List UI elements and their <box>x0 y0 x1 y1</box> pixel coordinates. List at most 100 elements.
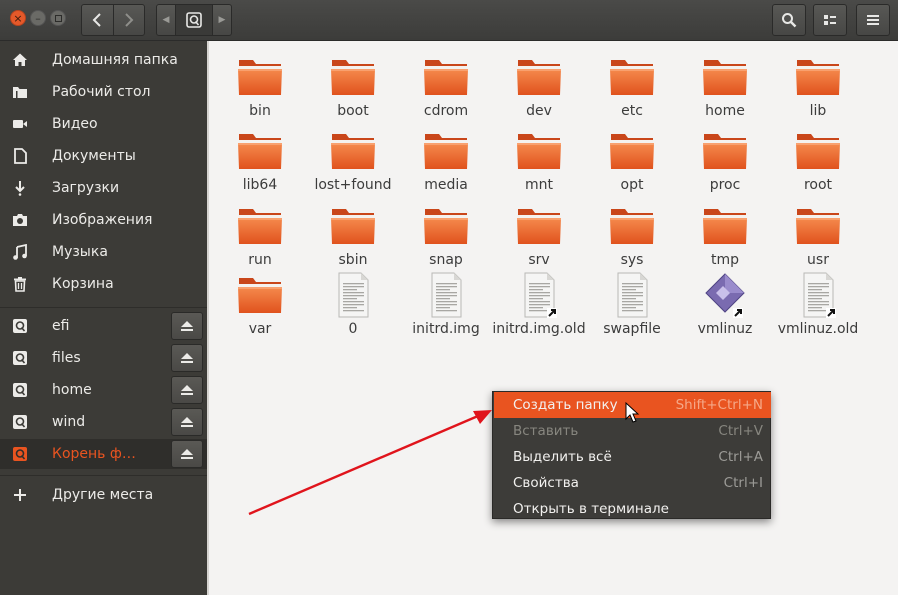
file-name-label: bin <box>213 103 307 119</box>
sidebar-item-label: Корзина <box>52 276 114 292</box>
menu-button[interactable] <box>856 4 890 36</box>
back-button[interactable] <box>82 5 113 35</box>
file-name-label: opt <box>585 177 679 193</box>
menu-item-label: Вставить <box>513 423 578 439</box>
folder-icon <box>701 127 749 175</box>
eject-icon <box>180 448 194 460</box>
search-icon <box>781 12 797 28</box>
folder-item[interactable]: proc <box>678 127 772 193</box>
chevron-right-icon <box>124 13 134 27</box>
sidebar-item-label: wind <box>52 414 85 430</box>
menu-item-new-folder[interactable]: Создать папку Shift+Ctrl+N <box>494 392 771 418</box>
eject-button[interactable] <box>171 344 203 372</box>
folder-icon <box>608 53 656 101</box>
folder-item[interactable]: bin <box>213 53 307 119</box>
folder-item[interactable]: cdrom <box>399 53 493 119</box>
sidebar-item-trash[interactable]: Корзина <box>0 269 207 299</box>
file-item[interactable]: vmlinuz <box>678 271 772 337</box>
folder-icon <box>329 127 377 175</box>
sidebar-item-music[interactable]: Музыка <box>0 237 207 267</box>
menu-item-label: Создать папку <box>513 397 618 413</box>
menu-item-select-all[interactable]: Выделить всё Ctrl+A <box>494 444 771 470</box>
sidebar-item-other-locations[interactable]: Другие места <box>0 480 207 510</box>
folder-icon <box>794 202 842 250</box>
folder-item[interactable]: root <box>771 127 865 193</box>
folder-item[interactable]: run <box>213 202 307 268</box>
view-mode-button[interactable] <box>813 4 847 36</box>
music-icon <box>11 243 29 261</box>
folder-item[interactable]: sbin <box>306 202 400 268</box>
sidebar-item-files[interactable]: files <box>0 343 207 373</box>
folder-item[interactable]: var <box>213 271 307 337</box>
close-window-button[interactable]: × <box>10 10 26 26</box>
desktop-folder-icon <box>11 83 29 101</box>
folder-item[interactable]: etc <box>585 53 679 119</box>
folder-item[interactable]: dev <box>492 53 586 119</box>
search-button[interactable] <box>772 4 806 36</box>
file-name-label: tmp <box>678 252 772 268</box>
path-scroll-right[interactable]: ▶ <box>213 5 231 35</box>
path-root-button[interactable] <box>175 5 213 35</box>
file-item[interactable]: vmlinuz.old <box>771 271 865 337</box>
folder-item[interactable]: boot <box>306 53 400 119</box>
drive-icon <box>11 413 29 431</box>
file-item[interactable]: initrd.img.old <box>492 271 586 337</box>
sidebar-item-pictures[interactable]: Изображения <box>0 205 207 235</box>
file-name-label: vmlinuz.old <box>771 321 865 337</box>
context-menu: Создать папку Shift+Ctrl+N Вставить Ctrl… <box>492 391 771 519</box>
maximize-window-button[interactable] <box>50 10 66 26</box>
sidebar-item-home[interactable]: Домашняя папка <box>0 45 207 75</box>
menu-item-paste[interactable]: Вставить Ctrl+V <box>494 418 771 444</box>
file-name-label: sbin <box>306 252 400 268</box>
sidebar-item-desktop[interactable]: Рабочий стол <box>0 77 207 107</box>
eject-button[interactable] <box>171 376 203 404</box>
folder-icon <box>794 127 842 175</box>
file-name-label: lib <box>771 103 865 119</box>
sidebar-item-downloads[interactable]: Загрузки <box>0 173 207 203</box>
sidebar-item-label: home <box>52 382 92 398</box>
eject-button[interactable] <box>171 440 203 468</box>
folder-item[interactable]: media <box>399 127 493 193</box>
sidebar-item-documents[interactable]: Документы <box>0 141 207 171</box>
forward-button[interactable] <box>113 5 145 35</box>
folder-item[interactable]: snap <box>399 202 493 268</box>
folder-item[interactable]: mnt <box>492 127 586 193</box>
folder-item[interactable]: lib <box>771 53 865 119</box>
sidebar-item-efi[interactable]: efi <box>0 311 207 341</box>
file-name-label: usr <box>771 252 865 268</box>
file-name-label: mnt <box>492 177 586 193</box>
sidebar-item-root[interactable]: Корень ф… <box>0 439 207 469</box>
sidebar-item-videos[interactable]: Видео <box>0 109 207 139</box>
sidebar-item-home-drive[interactable]: home <box>0 375 207 405</box>
file-item[interactable]: 0 <box>306 271 400 337</box>
folder-item[interactable]: opt <box>585 127 679 193</box>
folder-item[interactable]: usr <box>771 202 865 268</box>
file-name-label: 0 <box>306 321 400 337</box>
minimize-window-button[interactable]: – <box>30 10 46 26</box>
folder-item[interactable]: lib64 <box>213 127 307 193</box>
folder-icon <box>236 53 284 101</box>
folder-item[interactable]: srv <box>492 202 586 268</box>
sidebar-item-wind[interactable]: wind <box>0 407 207 437</box>
folder-icon <box>236 271 284 319</box>
eject-button[interactable] <box>171 312 203 340</box>
header-bar: × – ◀ ▶ <box>0 0 898 41</box>
sidebar-item-label: Другие места <box>52 487 153 503</box>
file-item[interactable]: swapfile <box>585 271 679 337</box>
folder-item[interactable]: tmp <box>678 202 772 268</box>
folder-item[interactable]: lost+found <box>306 127 400 193</box>
menu-item-open-terminal[interactable]: Открыть в терминале <box>494 496 771 522</box>
menu-item-properties[interactable]: Свойства Ctrl+I <box>494 470 771 496</box>
menu-item-label: Свойства <box>513 475 579 491</box>
file-name-label: home <box>678 103 772 119</box>
file-name-label: cdrom <box>399 103 493 119</box>
file-name-label: lost+found <box>306 177 400 193</box>
eject-icon <box>180 416 194 428</box>
folder-item[interactable]: sys <box>585 202 679 268</box>
sidebar-item-label: Домашняя папка <box>52 52 178 68</box>
sidebar: Домашняя папка Рабочий стол Видео Докуме… <box>0 41 207 595</box>
file-item[interactable]: initrd.img <box>399 271 493 337</box>
folder-item[interactable]: home <box>678 53 772 119</box>
path-scroll-left[interactable]: ◀ <box>157 5 175 35</box>
eject-button[interactable] <box>171 408 203 436</box>
